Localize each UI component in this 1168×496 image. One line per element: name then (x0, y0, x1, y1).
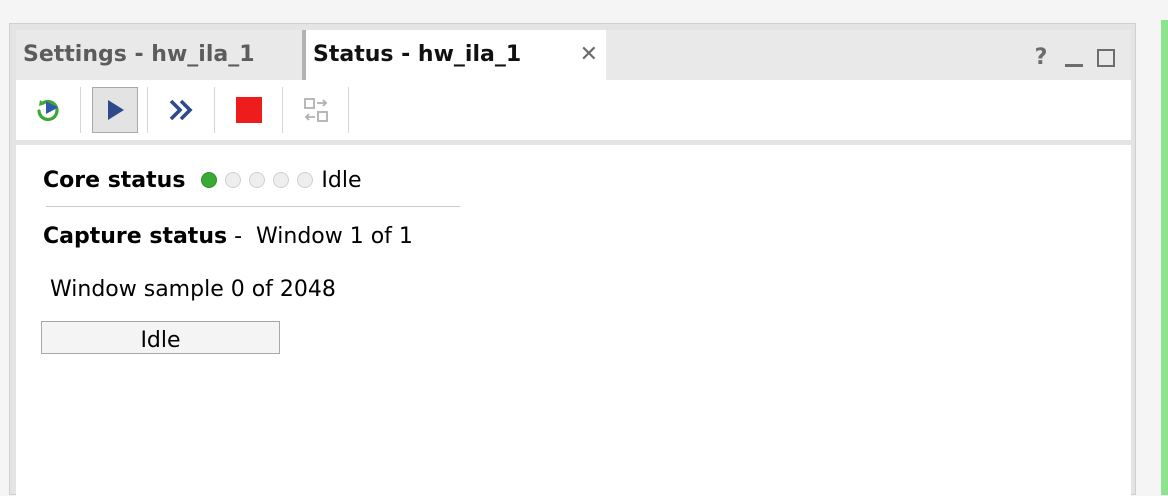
progress-label: Idle (140, 328, 181, 353)
core-status-indicator (201, 172, 314, 188)
tab-bar: Settings - hw_ila_1 Status - hw_ila_1 ✕ … (16, 30, 1131, 80)
close-icon[interactable]: ✕ (580, 30, 598, 80)
status-dot (273, 172, 290, 188)
ila-status-panel: Settings - hw_ila_1 Status - hw_ila_1 ✕ … (9, 23, 1136, 496)
tab-status[interactable]: Status - hw_ila_1 ✕ (302, 30, 606, 80)
capture-status-label: Capture status (43, 224, 228, 249)
window-controls: ? (1031, 46, 1115, 70)
core-status-value: Idle (321, 167, 362, 193)
run-trigger-button[interactable] (92, 87, 138, 133)
capture-status-row: Capture status - Window 1 of 1 (43, 222, 413, 252)
swap-icon (304, 98, 328, 122)
tab-settings[interactable]: Settings - hw_ila_1 (16, 30, 301, 80)
toolbar (16, 80, 1131, 140)
right-accent-bar (1161, 20, 1168, 495)
window-sample-text: Window sample 0 of 2048 (50, 277, 336, 302)
status-dot (201, 172, 218, 188)
core-status-row: Core status Idle (43, 165, 362, 195)
minimize-icon[interactable] (1065, 47, 1083, 69)
run-immediate-button[interactable] (159, 87, 205, 133)
core-status-label: Core status (43, 167, 186, 193)
maximize-icon[interactable] (1097, 49, 1115, 67)
help-icon[interactable]: ? (1031, 47, 1051, 69)
stop-trigger-button[interactable] (226, 87, 272, 133)
toolbar-separator (214, 87, 215, 133)
tab-settings-label: Settings - hw_ila_1 (23, 42, 255, 67)
refresh-button[interactable] (25, 87, 71, 133)
status-dot (249, 172, 266, 188)
divider (46, 206, 460, 207)
play-icon (108, 100, 124, 120)
capture-status-separator: - (227, 224, 256, 249)
stop-icon (236, 97, 262, 123)
status-content: Core status Idle Capture status - Window… (16, 145, 1131, 496)
toolbar-separator (80, 87, 81, 133)
toolbar-separator (282, 87, 283, 133)
toolbar-separator (348, 87, 349, 133)
status-dot (297, 172, 314, 188)
refresh-icon (37, 99, 59, 122)
status-dot (225, 172, 242, 188)
toolbar-separator (147, 87, 148, 133)
double-chevron-right-icon (169, 99, 193, 121)
toggle-auto-rearm-button[interactable] (293, 87, 339, 133)
tab-status-label: Status - hw_ila_1 (313, 42, 522, 67)
capture-status-value: Window 1 of 1 (256, 224, 413, 249)
capture-progress-bar: Idle (41, 321, 280, 354)
